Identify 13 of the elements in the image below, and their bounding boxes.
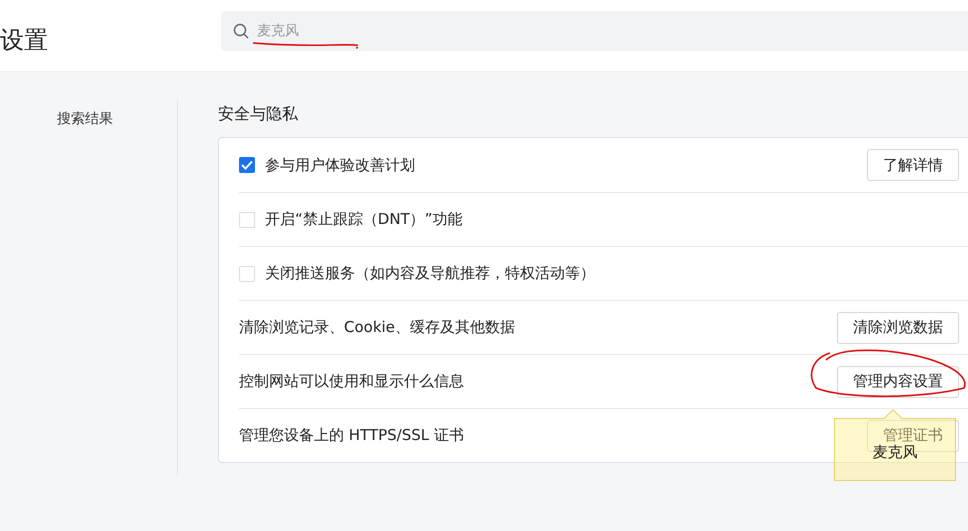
action-button[interactable]: 管理内容设置 <box>837 366 959 398</box>
checkbox[interactable] <box>239 157 255 173</box>
setting-label: 参与用户体验改善计划 <box>265 156 416 174</box>
setting-label: 管理您设备上的 HTTPS/SSL 证书 <box>239 426 465 445</box>
setting-label: 清除浏览记录、Cookie、缓存及其他数据 <box>239 318 516 337</box>
setting-label: 控制网站可以使用和显示什么信息 <box>239 372 465 391</box>
section-title: 安全与隐私 <box>218 104 299 125</box>
page-title: 设置 <box>0 24 49 56</box>
setting-label: 开启“禁止跟踪（DNT）”功能 <box>265 210 464 229</box>
action-button[interactable]: 了解详情 <box>867 149 959 181</box>
setting-label: 关闭推送服务（如内容及导航推荐，特权活动等） <box>265 264 596 283</box>
sidebar-item[interactable]: 搜索结果 <box>0 110 177 128</box>
action-button[interactable]: 清除浏览数据 <box>837 312 959 344</box>
